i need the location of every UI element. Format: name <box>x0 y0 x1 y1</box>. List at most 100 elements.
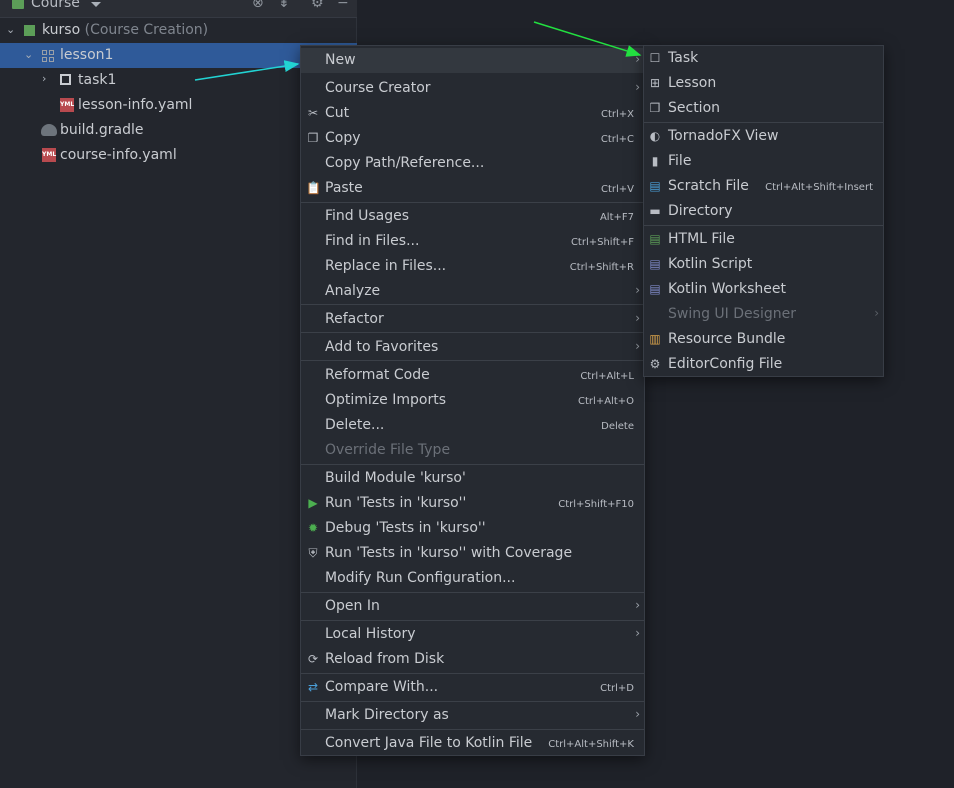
course-icon <box>24 25 35 36</box>
chevron-right-icon: › <box>635 283 640 297</box>
menu-item-reformat-code[interactable]: Reformat Code Ctrl+Alt+L <box>301 363 644 388</box>
submenu-item-task[interactable]: ☐ Task <box>644 46 883 71</box>
menu-item-copy-path[interactable]: Copy Path/Reference... <box>301 151 644 176</box>
menu-item-label: Kotlin Worksheet <box>668 281 786 297</box>
menu-item-reload-from-disk[interactable]: ⟳ Reload from Disk <box>301 647 644 672</box>
menu-separator <box>301 304 644 305</box>
menu-item-build-module[interactable]: Build Module 'kurso' <box>301 466 644 491</box>
tree-item-kurso[interactable]: ⌄ kurso (Course Creation) <box>0 18 357 43</box>
compare-icon: ⇄ <box>307 680 319 694</box>
menu-item-run-tests[interactable]: ▶ Run 'Tests in 'kurso'' Ctrl+Shift+F10 <box>301 491 644 516</box>
chevron-down-icon[interactable]: ⌄ <box>6 24 16 35</box>
menu-item-label: Course Creator <box>325 80 431 96</box>
menu-item-label: File <box>668 153 692 169</box>
folder-icon: ▬ <box>649 204 661 218</box>
menu-item-label: New <box>325 52 356 68</box>
chevron-right-icon: › <box>635 311 640 325</box>
menu-item-label: Add to Favorites <box>325 339 439 355</box>
menu-item-find-usages[interactable]: Find Usages Alt+F7 <box>301 204 644 229</box>
lesson-icon: ⊞ <box>649 76 661 90</box>
shortcut: Ctrl+D <box>600 683 634 694</box>
menu-separator <box>301 701 644 702</box>
menu-item-label: Task <box>668 50 699 66</box>
menu-item-add-to-favorites[interactable]: Add to Favorites › <box>301 335 644 360</box>
menu-separator <box>301 620 644 621</box>
submenu-item-kotlin-script[interactable]: ▤ Kotlin Script <box>644 252 883 277</box>
submenu-item-tornadofx-view[interactable]: ◐ TornadoFX View <box>644 124 883 149</box>
shortcut: Ctrl+Alt+O <box>578 396 634 407</box>
shortcut: Ctrl+Alt+L <box>580 371 634 382</box>
gradle-icon <box>41 124 57 136</box>
locate-icon[interactable]: ⊗ <box>252 0 264 11</box>
menu-item-course-creator[interactable]: Course Creator › <box>301 76 644 101</box>
menu-item-analyze[interactable]: Analyze › <box>301 279 644 304</box>
menu-item-convert-java-to-kotlin[interactable]: Convert Java File to Kotlin File Ctrl+Alt… <box>301 731 644 756</box>
menu-item-cut[interactable]: ✂ Cut Ctrl+X <box>301 101 644 126</box>
menu-separator <box>644 225 883 226</box>
menu-separator <box>301 360 644 361</box>
submenu-item-file[interactable]: ▮ File <box>644 149 883 174</box>
shortcut: Ctrl+Alt+Shift+K <box>548 739 634 750</box>
chevron-down-icon[interactable]: ⌄ <box>24 49 34 60</box>
scissors-icon: ✂ <box>307 106 319 120</box>
menu-item-mark-directory[interactable]: Mark Directory as › <box>301 703 644 728</box>
menu-item-label: Reformat Code <box>325 367 430 383</box>
menu-item-label: Delete... <box>325 417 385 433</box>
minimize-icon[interactable]: − <box>337 0 349 11</box>
tree-item-label: kurso (Course Creation) <box>42 22 209 38</box>
shortcut: Ctrl+Shift+F10 <box>558 499 634 510</box>
menu-item-label: Debug 'Tests in 'kurso'' <box>325 520 486 536</box>
menu-item-label: Copy Path/Reference... <box>325 155 485 171</box>
menu-separator <box>301 673 644 674</box>
menu-item-delete[interactable]: Delete... Delete <box>301 413 644 438</box>
submenu-item-kotlin-worksheet[interactable]: ▤ Kotlin Worksheet <box>644 277 883 302</box>
submenu-item-scratch-file[interactable]: ▤ Scratch File Ctrl+Alt+Shift+Insert <box>644 174 883 199</box>
menu-item-label: Find Usages <box>325 208 410 224</box>
kotlin-worksheet-icon: ▤ <box>649 282 661 296</box>
collapse-icon[interactable]: ⇟ <box>278 0 290 11</box>
menu-item-new[interactable]: New › <box>301 48 644 73</box>
menu-item-refactor[interactable]: Refactor › <box>301 307 644 332</box>
submenu-item-section[interactable]: ❒ Section <box>644 96 883 121</box>
menu-item-open-in[interactable]: Open In › <box>301 594 644 619</box>
tree-item-label: lesson-info.yaml <box>78 97 193 113</box>
menu-separator <box>301 464 644 465</box>
gear-icon[interactable]: ⚙ <box>311 0 324 11</box>
menu-item-label: Modify Run Configuration... <box>325 570 516 586</box>
chevron-right-icon[interactable]: › <box>42 73 52 84</box>
context-menu: New › Course Creator › ✂ Cut Ctrl+X ❐ Copy Ctr… <box>300 45 645 756</box>
menu-item-find-in-files[interactable]: Find in Files... Ctrl+Shift+F <box>301 229 644 254</box>
tree-item-label: task1 <box>78 72 117 88</box>
menu-item-modify-run-config[interactable]: Modify Run Configuration... <box>301 566 644 591</box>
menu-item-label: Kotlin Script <box>668 256 753 272</box>
submenu-item-html-file[interactable]: ▤ HTML File <box>644 227 883 252</box>
tree-item-label: course-info.yaml <box>60 147 177 163</box>
panel-title[interactable]: Course <box>31 0 80 11</box>
debug-icon: ✹ <box>307 521 319 535</box>
shortcut: Ctrl+Shift+R <box>569 262 634 273</box>
menu-item-label: Swing UI Designer <box>668 306 796 322</box>
menu-item-label: Copy <box>325 130 361 146</box>
submenu-item-editorconfig[interactable]: ⚙ EditorConfig File <box>644 352 883 377</box>
menu-item-local-history[interactable]: Local History › <box>301 622 644 647</box>
shortcut: Alt+F7 <box>599 212 634 223</box>
submenu-item-lesson[interactable]: ⊞ Lesson <box>644 71 883 96</box>
submenu-item-directory[interactable]: ▬ Directory <box>644 199 883 224</box>
tree-item-label: lesson1 <box>60 47 114 63</box>
menu-item-copy[interactable]: ❐ Copy Ctrl+C <box>301 126 644 151</box>
menu-item-paste[interactable]: 📋 Paste Ctrl+V <box>301 176 644 201</box>
shortcut: Ctrl+V <box>600 184 634 195</box>
new-submenu: ☐ Task ⊞ Lesson ❒ Section ◐ TornadoFX View ▮… <box>643 45 884 377</box>
submenu-item-resource-bundle[interactable]: ▥ Resource Bundle <box>644 327 883 352</box>
menu-item-label: Replace in Files... <box>325 258 447 274</box>
menu-item-debug-tests[interactable]: ✹ Debug 'Tests in 'kurso'' <box>301 516 644 541</box>
menu-item-replace-in-files[interactable]: Replace in Files... Ctrl+Shift+R <box>301 254 644 279</box>
chevron-right-icon: › <box>635 598 640 612</box>
menu-item-run-with-coverage[interactable]: ⛨ Run 'Tests in 'kurso'' with Coverage <box>301 541 644 566</box>
chevron-right-icon: › <box>874 306 879 320</box>
submenu-item-swing-ui-designer: Swing UI Designer › <box>644 302 883 327</box>
menu-item-override-file-type: Override File Type <box>301 438 644 463</box>
menu-item-compare-with[interactable]: ⇄ Compare With... Ctrl+D <box>301 675 644 700</box>
chevron-down-icon[interactable] <box>91 2 101 7</box>
menu-item-optimize-imports[interactable]: Optimize Imports Ctrl+Alt+O <box>301 388 644 413</box>
